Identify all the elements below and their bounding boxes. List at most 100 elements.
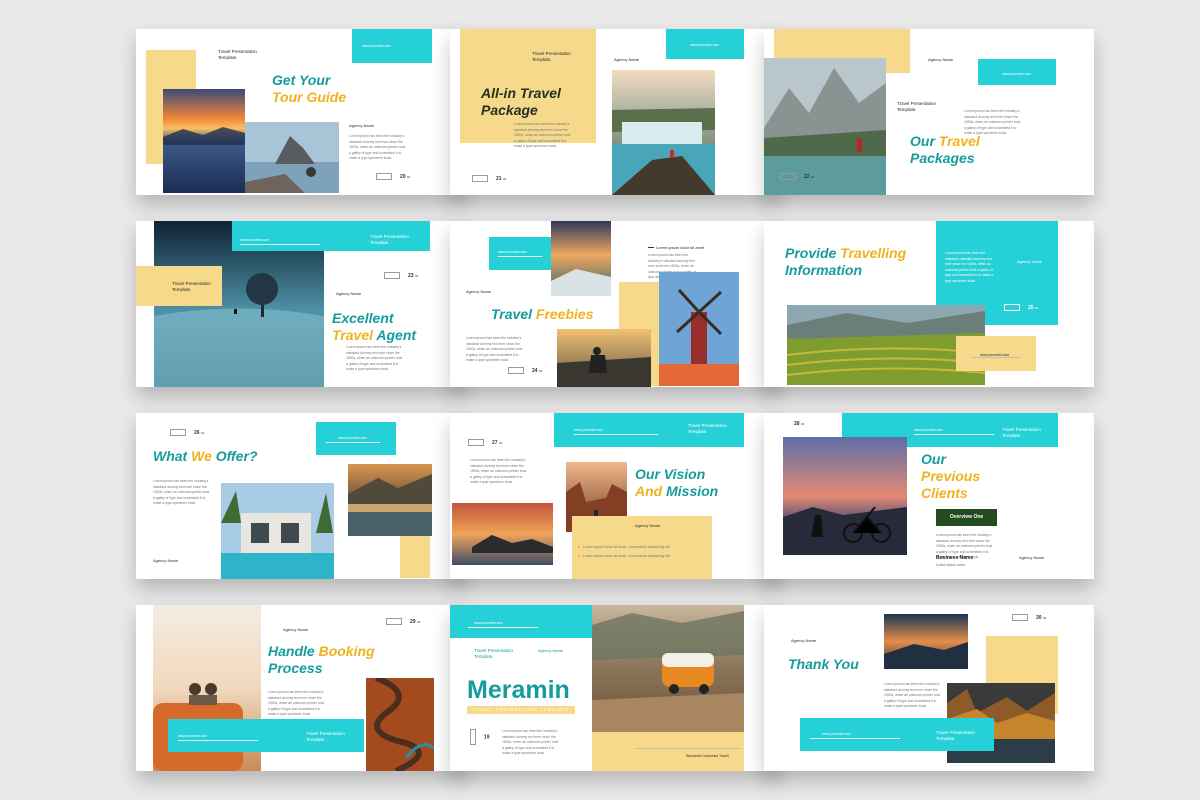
agency-name: Agency Name xyxy=(614,57,640,62)
sea-sunset-photo xyxy=(452,503,553,565)
business-name: Business Name xyxy=(936,555,974,561)
template-tag2: Template. xyxy=(370,240,390,245)
brand-title: Meramin xyxy=(467,676,570,704)
cyan-block xyxy=(450,605,592,638)
slide-provide-travelling-information[interactable]: Provide Travelling Information Lorem ipsu… xyxy=(764,221,1094,387)
body-text: Lorem ipsum has been the industry's stan… xyxy=(514,122,571,149)
template-tag2: Template. xyxy=(688,429,708,434)
slide-title: Our Travel Packages xyxy=(910,133,980,166)
web-url: www.yourweb.com xyxy=(362,44,392,48)
winding-road-photo xyxy=(366,678,434,771)
template-tag2: Template. xyxy=(1002,433,1022,438)
agency-name: Agency Name xyxy=(928,57,954,62)
page-number: 21 02 xyxy=(472,175,506,182)
agency-name: Agency Name xyxy=(1019,555,1045,560)
slide-title: Excellent Travel Agent xyxy=(332,310,417,343)
slide-title: Our Previous Clients xyxy=(921,451,981,501)
body-text: Lorem ipsum has been the industry's stan… xyxy=(470,458,527,485)
agency-name: Agency Name xyxy=(1017,259,1043,264)
web-url: www.yourweb.com xyxy=(240,238,270,242)
header-line xyxy=(468,627,538,628)
page-number: 26 02 xyxy=(170,429,204,436)
template-tag2: Template. xyxy=(172,287,192,292)
agency-name: Agency Name xyxy=(336,291,362,296)
template-tag2: Template. xyxy=(532,57,552,62)
slide-our-vision-and-mission[interactable]: 27 02 www.yourweb.com Travel Presentatio… xyxy=(450,413,780,579)
footer-tagline: Wonderful Indonesia Travel xyxy=(686,754,729,758)
bullet-item: Lorem ipsum dolor sit amet, consectetur … xyxy=(578,552,671,561)
web-url: www.yourweb.com xyxy=(474,621,504,625)
footer-line xyxy=(636,748,740,752)
agency-name: Agency Name xyxy=(466,289,492,294)
slide-all-in-travel-package[interactable]: Travel Presentation Template. All-in Tra… xyxy=(450,29,780,195)
web-url: www.yourweb.com xyxy=(338,436,368,440)
overview-button[interactable]: Overview One xyxy=(936,509,997,526)
agency-name: Agency Name xyxy=(153,558,179,563)
footer-line xyxy=(178,740,258,741)
page-number: 23 02 xyxy=(384,272,418,279)
template-tag2: Template. xyxy=(306,737,326,742)
slide-handle-booking-process[interactable]: Agency Name 29 02 Handle Booking Process … xyxy=(136,605,466,771)
body-text: Lorem ipsum has been the industry's stan… xyxy=(502,729,559,756)
template-tag2: Template. xyxy=(218,55,238,60)
agency-name: Agency Name xyxy=(635,523,661,528)
body-text: Lorem ipsum has been the industry's stan… xyxy=(884,682,941,709)
page-number: 28 02 xyxy=(794,421,805,427)
villa-pool-photo xyxy=(221,483,334,579)
lakeside-town-photo xyxy=(348,464,432,536)
web-url: www.yourweb.com xyxy=(914,428,944,432)
page-number: 24 02 xyxy=(508,367,542,374)
template-tag2: Template. xyxy=(474,654,494,659)
waterfall-photo xyxy=(612,70,715,195)
header-line xyxy=(574,434,658,435)
body-text: Lorem ipsum has been the industry's stan… xyxy=(466,336,523,363)
slide-get-your-tour-guide[interactable]: www.yourweb.com Travel Presentation Temp… xyxy=(136,29,466,195)
body-text: Lorem ipsum has been the industry's stan… xyxy=(945,251,994,283)
body-text: Lorem ipsum has been the industry's stan… xyxy=(268,690,325,717)
url-line xyxy=(971,357,1021,361)
slide-what-we-offer[interactable]: 26 02 www.yourweb.com What We Offer? Lor… xyxy=(136,413,466,579)
web-url: www.yourweb.com xyxy=(178,734,208,738)
agency-name: Agency Name xyxy=(791,638,817,643)
slide-meramin-cover[interactable]: www.yourweb.com Travel Presentation Temp… xyxy=(450,605,780,771)
slide-title: All-in Travel Package xyxy=(481,85,561,118)
business-subline: Lorem ipsum dolor xyxy=(936,563,965,567)
slide-our-travel-packages[interactable]: Agency Name www.yourweb.com Travel Prese… xyxy=(764,29,1094,195)
header-line xyxy=(326,442,380,443)
body-text: Lorem ipsum has been the industry's stan… xyxy=(346,345,403,372)
page-number: 25 02 xyxy=(1004,304,1038,311)
page-number: 27 02 xyxy=(468,439,502,446)
page-number: 22 02 xyxy=(780,173,814,180)
slide-title: Get Your Tour Guide xyxy=(272,72,347,105)
header-line xyxy=(914,434,994,435)
slide-title: Handle Booking Process xyxy=(268,643,375,676)
web-url: www.yourweb.com xyxy=(574,428,604,432)
web-url: www.yourweb.com xyxy=(1002,72,1032,76)
coast-sunset-photo xyxy=(551,221,611,296)
web-url: www.yourweb.com xyxy=(690,43,720,47)
windmill-photo xyxy=(659,272,739,386)
slide-our-previous-clients[interactable]: 28 02 www.yourweb.com Travel Presentatio… xyxy=(764,413,1094,579)
page-number: 30 02 xyxy=(1012,614,1046,621)
web-url: www.yourweb.com xyxy=(822,732,852,736)
slide-thank-you[interactable]: 30 02 Agency Name Thank You Lorem ipsum … xyxy=(764,605,1094,771)
slide-title: What We Offer? xyxy=(153,448,258,464)
web-url: www.yourweb.com xyxy=(498,250,528,254)
bicycle-sunset-photo xyxy=(783,437,907,555)
template-tag2: Template. xyxy=(897,107,917,112)
header-line xyxy=(240,244,320,245)
template-tag2: Template. xyxy=(936,736,956,741)
slide-excellent-travel-agent[interactable]: www.yourweb.com Travel Presentation Temp… xyxy=(136,221,466,387)
agency-name: Agency Name xyxy=(538,648,564,653)
slide-title: Our Vision And Mission xyxy=(635,466,719,499)
valley-fog-photo xyxy=(884,614,968,669)
page-number: 20 02 xyxy=(376,173,410,180)
footer-line xyxy=(810,738,900,739)
bullet-item: Lorem ipsum dolor sit amet, consectetur … xyxy=(578,543,671,552)
slide-travel-freebies[interactable]: www.yourweb.com Lorem ipsum dolor sit am… xyxy=(450,221,780,387)
slide-title: Travel Freebies xyxy=(491,306,594,322)
slide-title: Thank You xyxy=(788,656,859,672)
man-sitting-photo xyxy=(557,329,651,387)
header-line xyxy=(498,256,542,257)
agency-name: Agency Name xyxy=(349,123,375,128)
